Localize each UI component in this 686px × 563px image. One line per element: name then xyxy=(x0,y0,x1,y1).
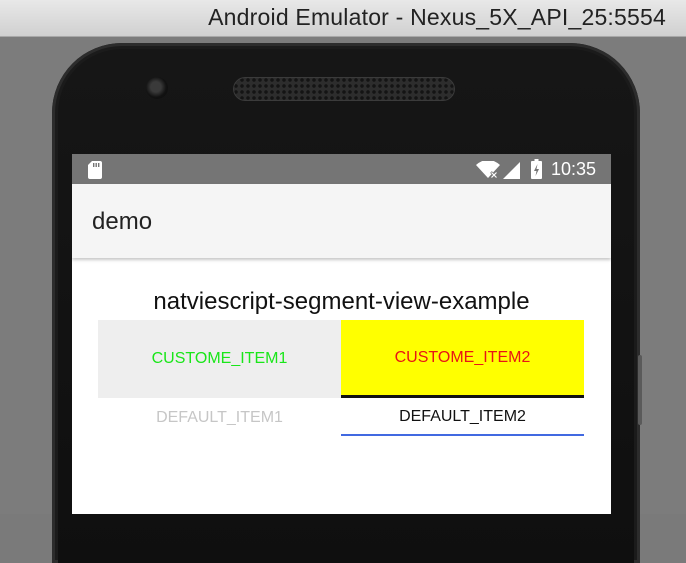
status-bar: 10:35 xyxy=(72,154,611,184)
emulator-title-bar: Android Emulator - Nexus_5X_API_25:5554 xyxy=(0,0,686,37)
earpiece-speaker xyxy=(233,77,455,101)
window-title: Android Emulator - Nexus_5X_API_25:5554 xyxy=(208,4,666,30)
action-bar: demo xyxy=(72,184,611,258)
custom-segment-label: CUSTOME_ITEM2 xyxy=(394,348,531,366)
app-title: demo xyxy=(92,208,153,235)
status-time: 10:35 xyxy=(551,159,597,179)
front-camera-icon xyxy=(146,77,168,99)
phone-screen: 10:35 demo natviescript-segment-view-exa… xyxy=(72,154,611,514)
default-segment-label: DEFAULT_ITEM1 xyxy=(156,409,283,426)
battery-charging-icon xyxy=(531,159,542,179)
custom-segment-item-2[interactable]: CUSTOME_ITEM2 xyxy=(341,320,584,398)
phone-side-button[interactable] xyxy=(638,355,642,425)
sd-card-icon xyxy=(88,161,102,179)
default-segment-label: DEFAULT_ITEM2 xyxy=(399,408,526,425)
signal-icon xyxy=(503,162,520,179)
default-segment-item-1[interactable]: DEFAULT_ITEM1 xyxy=(98,400,341,436)
page-heading: natviescript-segment-view-example xyxy=(153,288,530,315)
wifi-icon xyxy=(476,161,500,179)
custom-segment-label: CUSTOME_ITEM1 xyxy=(151,350,288,367)
custom-segment-item-1[interactable]: CUSTOME_ITEM1 xyxy=(98,320,341,398)
default-segment-item-2[interactable]: DEFAULT_ITEM2 xyxy=(341,400,584,436)
